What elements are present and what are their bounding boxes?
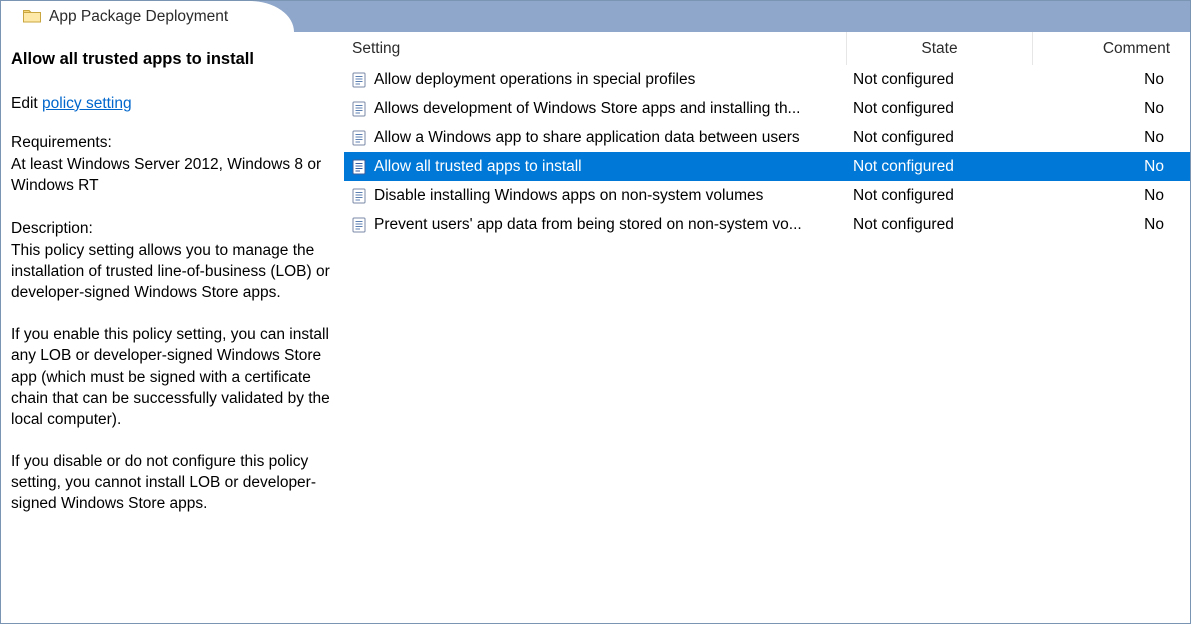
description-label: Description: [11,218,336,239]
column-headers: Setting State Comment [344,32,1190,65]
settings-row[interactable]: Disable installing Windows apps on non-s… [344,181,1190,210]
folder-icon [23,8,41,23]
settings-rows: Allow deployment operations in special p… [344,65,1190,239]
policy-setting-icon [350,216,368,234]
cell-state: Not configured [847,158,1033,176]
setting-name: Disable installing Windows apps on non-s… [374,187,847,205]
cell-setting: Allow all trusted apps to install [344,158,847,176]
settings-row[interactable]: Allow a Windows app to share application… [344,123,1190,152]
policy-setting-icon [350,187,368,205]
edit-line: Edit policy setting [11,93,336,114]
policy-setting-icon [350,129,368,147]
requirements-label: Requirements: [11,132,336,153]
cell-comment: No [1033,129,1190,147]
column-header-state[interactable]: State [847,32,1033,65]
cell-setting: Allows development of Windows Store apps… [344,100,847,118]
title-text: App Package Deployment [49,8,228,26]
cell-state: Not configured [847,216,1033,234]
cell-state: Not configured [847,71,1033,89]
policy-setting-icon [350,158,368,176]
cell-state: Not configured [847,129,1033,147]
cell-comment: No [1033,100,1190,118]
cell-comment: No [1033,216,1190,234]
description-paragraph: If you disable or do not configure this … [11,451,336,515]
settings-list-pane: Setting State Comment Allow deployment o… [344,32,1190,623]
cell-comment: No [1033,187,1190,205]
requirements-text: At least Windows Server 2012, Windows 8 … [11,154,336,197]
cell-comment: No [1033,158,1190,176]
setting-name: Allows development of Windows Store apps… [374,100,847,118]
description-paragraph: If you enable this policy setting, you c… [11,324,336,431]
settings-row[interactable]: Allow all trusted apps to installNot con… [344,152,1190,181]
selected-policy-title: Allow all trusted apps to install [11,48,336,71]
description-paragraph: This policy setting allows you to manage… [11,240,336,304]
column-header-setting[interactable]: Setting [344,32,847,65]
cell-setting: Allow deployment operations in special p… [344,71,847,89]
cell-state: Not configured [847,100,1033,118]
edit-policy-link[interactable]: policy setting [42,95,132,112]
cell-setting: Allow a Windows app to share application… [344,129,847,147]
policy-setting-icon [350,100,368,118]
edit-prefix: Edit [11,95,42,112]
content-area: Allow all trusted apps to install Edit p… [1,32,1190,623]
title-tab: App Package Deployment [1,1,272,32]
cell-setting: Disable installing Windows apps on non-s… [344,187,847,205]
setting-name: Allow deployment operations in special p… [374,71,847,89]
setting-name: Allow all trusted apps to install [374,158,847,176]
policy-setting-icon [350,71,368,89]
settings-row[interactable]: Allow deployment operations in special p… [344,65,1190,94]
cell-state: Not configured [847,187,1033,205]
cell-setting: Prevent users' app data from being store… [344,216,847,234]
title-bar: App Package Deployment [1,1,1190,32]
settings-row[interactable]: Allows development of Windows Store apps… [344,94,1190,123]
setting-name: Prevent users' app data from being store… [374,216,847,234]
column-header-comment[interactable]: Comment [1033,32,1190,65]
setting-name: Allow a Windows app to share application… [374,129,847,147]
details-pane: Allow all trusted apps to install Edit p… [1,32,344,623]
settings-row[interactable]: Prevent users' app data from being store… [344,210,1190,239]
cell-comment: No [1033,71,1190,89]
